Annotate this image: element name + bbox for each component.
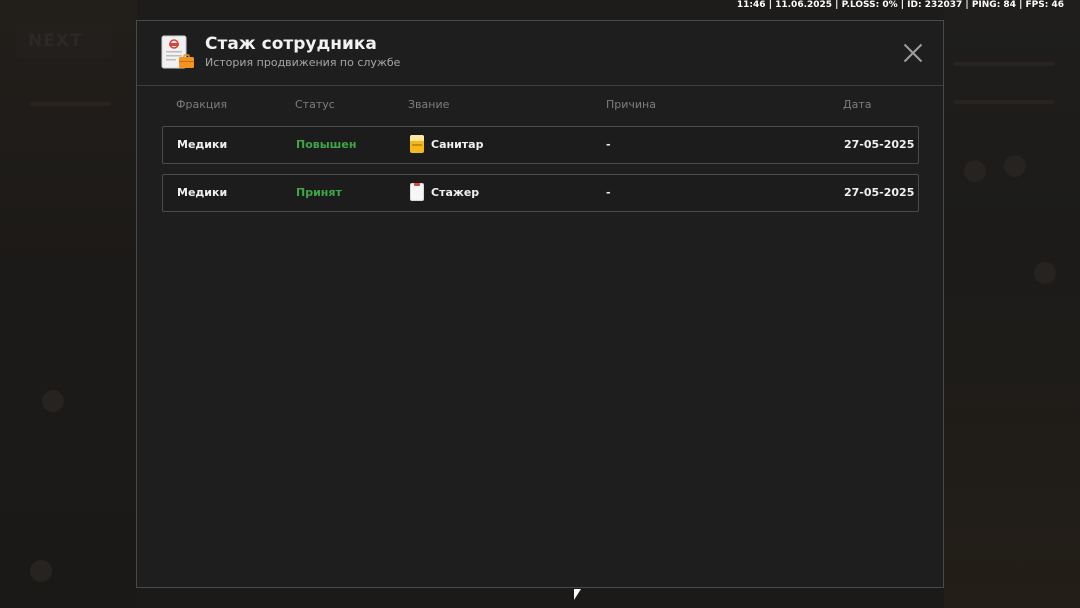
background-logo: NEXT [16,24,112,58]
modal-header: Стаж сотрудника История продвижения по с… [137,21,943,86]
background-section-2 [31,292,36,307]
mouse-cursor-icon [574,589,581,600]
modal-title: Стаж сотрудника [205,34,377,54]
modal-subtitle: История продвижения по службе [205,56,401,69]
date-cell: 27-05-2025 [844,186,915,199]
background-section-1 [31,240,36,255]
status-bar: 11:46 | 11.06.2025 | P.LOSS: 0% | ID: 23… [736,0,1064,10]
background-right-panel [944,0,1080,608]
close-icon[interactable] [903,43,923,63]
faction-cell: Медики [177,138,228,151]
column-header-reason: Причина [606,98,656,111]
column-header-rank: Звание [408,98,450,111]
sanitar-badge-icon [410,135,424,153]
column-header-date: Дата [843,98,872,111]
table-row: Медики Повышен Санитар - 27-05-2025 [162,126,919,164]
reason-cell: - [606,186,611,199]
reason-cell: - [606,138,611,151]
status-cell: Принят [296,186,342,199]
intern-badge-icon [410,183,424,201]
column-header-status: Статус [295,98,335,111]
faction-cell: Медики [177,186,228,199]
background-left-panel: NEXT [0,0,137,608]
employee-seniority-modal: Стаж сотрудника История продвижения по с… [136,20,944,588]
status-cell: Повышен [296,138,357,151]
rank-cell: Стажер [431,186,480,199]
rank-cell: Санитар [431,138,484,151]
date-cell: 27-05-2025 [844,138,915,151]
document-briefcase-icon [161,35,194,69]
column-header-faction: Фракция [176,98,228,111]
table-row: Медики Принят Стажер - 27-05-2025 [162,174,919,212]
